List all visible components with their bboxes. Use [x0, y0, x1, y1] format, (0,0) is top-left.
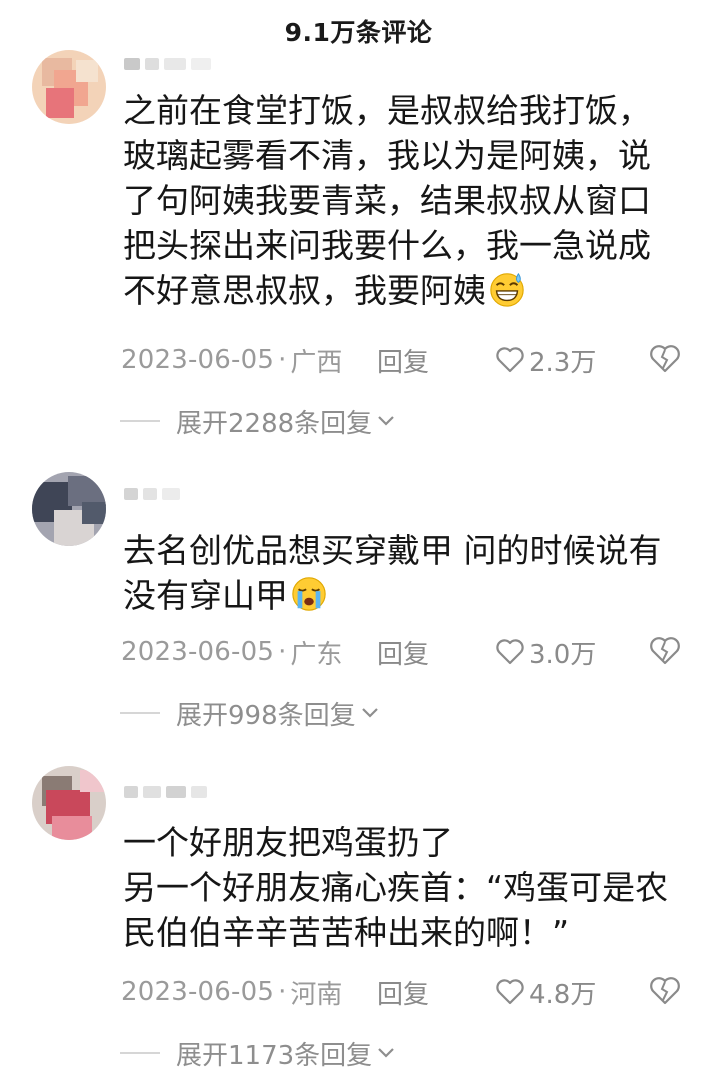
comment-text: 之前在食堂打饭，是叔叔给我打饭， 玻璃起雾看不清，我以为是阿姨，说 了句阿姨我要…	[123, 91, 651, 310]
reply-button[interactable]: 回复	[377, 974, 429, 1011]
comment-location: 广西	[290, 347, 343, 378]
expand-replies-label: 展开1173条回复	[176, 1040, 373, 1071]
comment-text: 去名创优品想买穿戴甲 问的时候说有 没有穿山甲	[123, 531, 662, 615]
reply-button[interactable]: 回复	[377, 342, 429, 379]
comment-count-title: 9.1万条评论	[284, 18, 433, 47]
comment-meta: 2023-06-05 · 广东 回复 3.0万	[121, 634, 701, 670]
broken-heart-icon[interactable]	[649, 976, 681, 1006]
chevron-down-icon	[361, 708, 378, 718]
heart-outline-icon	[496, 979, 524, 1005]
expand-replies-button[interactable]: 展开2288条回复	[120, 404, 396, 439]
chevron-down-icon	[378, 1048, 394, 1058]
expand-replies-label: 展开998条回复	[176, 700, 356, 731]
like-button[interactable]: 4.8万	[495, 974, 596, 1011]
comments-header: 9.1万条评论	[0, 0, 717, 62]
like-count: 3.0万	[529, 639, 597, 670]
heart-outline-icon	[496, 639, 524, 665]
comment-date: 2023-06-05	[121, 637, 275, 667]
divider-dash	[120, 1052, 160, 1054]
expand-replies-button[interactable]: 展开998条回复	[120, 696, 380, 731]
username-blurred[interactable]	[124, 784, 207, 800]
divider-dash	[120, 712, 160, 714]
crying-emoji	[292, 577, 326, 611]
broken-heart-icon[interactable]	[649, 636, 681, 666]
comment-date: 2023-06-05	[121, 977, 275, 1007]
comment-text: 一个好朋友把鸡蛋扔了 另一个好朋友痛心疾首：“鸡蛋可是农 民伯伯辛辛苦苦种出来的…	[123, 823, 669, 952]
comment-location: 河南	[290, 979, 343, 1010]
chevron-down-icon	[378, 416, 394, 426]
comment-location: 广东	[290, 639, 343, 670]
comment-location-sep: ·	[278, 637, 287, 667]
comment-meta: 2023-06-05 · 广西 回复 2.3万	[121, 342, 701, 378]
comment-location-sep: ·	[278, 977, 287, 1007]
like-button[interactable]: 3.0万	[495, 634, 596, 671]
comment-date: 2023-06-05	[121, 345, 275, 375]
reply-button[interactable]: 回复	[377, 634, 429, 671]
like-button[interactable]: 2.3万	[495, 342, 596, 379]
avatar[interactable]	[32, 472, 106, 546]
like-count: 2.3万	[529, 347, 597, 378]
avatar[interactable]	[32, 766, 106, 840]
heart-outline-icon	[496, 347, 524, 373]
comment-meta: 2023-06-05 · 河南 回复 4.8万	[121, 974, 701, 1010]
avatar[interactable]	[32, 50, 106, 124]
like-count: 4.8万	[529, 979, 597, 1010]
username-blurred[interactable]	[124, 486, 180, 502]
username-blurred[interactable]	[124, 56, 211, 72]
divider-dash	[120, 420, 160, 422]
broken-heart-icon[interactable]	[649, 344, 681, 374]
comment-location-sep: ·	[278, 345, 287, 375]
expand-replies-label: 展开2288条回复	[176, 408, 373, 439]
expand-replies-button[interactable]: 展开1173条回复	[120, 1036, 396, 1071]
grinning-sweat-emoji	[490, 272, 524, 307]
